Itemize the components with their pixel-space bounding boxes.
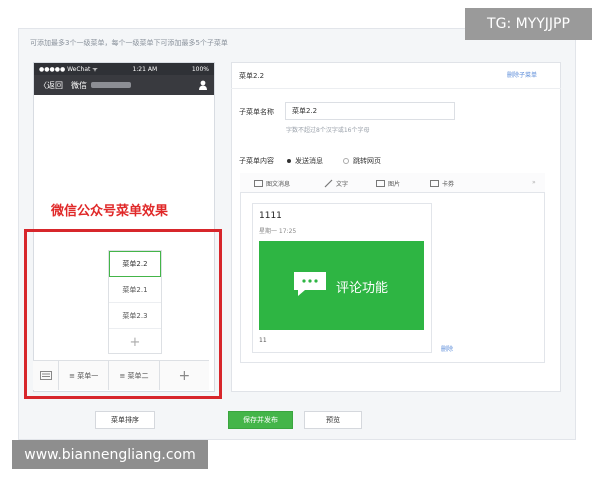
pen-icon — [324, 179, 333, 188]
image-icon — [376, 180, 385, 187]
article-title: 1111 — [259, 211, 282, 221]
highlight-frame — [24, 229, 222, 399]
account-title: 微信 — [71, 80, 87, 90]
radio-dot — [343, 158, 349, 164]
coupon-icon — [430, 180, 439, 187]
battery-label: 100% — [191, 65, 209, 73]
menu-sort-button[interactable]: 菜单排序 — [95, 411, 155, 429]
tab-text-label: 文字 — [336, 181, 349, 188]
time-label: 1:21 AM — [132, 65, 158, 73]
blurred-account-name — [91, 82, 131, 88]
article-cover-text: 评论功能 — [336, 281, 389, 296]
tab-news-label: 图文消息 — [266, 181, 291, 188]
radio-jump-page[interactable]: 跳转网页 — [343, 156, 381, 166]
menu-effect-caption: 微信公众号菜单效果 — [51, 204, 169, 219]
name-hint: 字数不超过8个汉字或16个字母 — [286, 127, 370, 134]
radio-send-label: 发送消息 — [295, 157, 323, 165]
carrier-label: ●●●●● WeChat ᯤ — [39, 66, 98, 73]
submenu-name-input[interactable]: 菜单2.2 — [285, 102, 455, 120]
tab-coupon-label: 卡券 — [442, 181, 455, 188]
tab-image[interactable]: 图片 — [376, 179, 400, 188]
comment-bubble-icon — [294, 272, 326, 296]
menu-limit-note: 可添加最多3个一级菜单，每个一级菜单下可添加最多5个子菜单 — [30, 39, 228, 47]
submenu-name-value: 菜单2.2 — [292, 107, 318, 115]
save-publish-button[interactable]: 保存并发布 — [228, 411, 293, 429]
radio-dot-selected — [287, 159, 291, 163]
delete-article-link[interactable]: 删除 — [441, 344, 453, 353]
news-icon — [254, 180, 263, 187]
tab-news[interactable]: 图文消息 — [254, 179, 290, 188]
phone-status-bar: ●●●●● WeChat ᯤ 1:21 AM 100% — [34, 63, 214, 75]
tab-text[interactable]: 文字 — [324, 179, 348, 188]
article-date: 星期一 17:25 — [259, 228, 297, 235]
delete-submenu-link[interactable]: 删除子菜单 — [507, 70, 537, 79]
preview-button[interactable]: 预览 — [304, 411, 362, 429]
watermark-tg: TG: MYYJJPP — [465, 8, 592, 40]
watermark-site: www.biannengliang.com — [12, 440, 208, 469]
back-button[interactable]: 〈返回 — [39, 80, 63, 91]
person-icon[interactable] — [198, 80, 208, 90]
message-type-tabs: 图文消息 文字 图片 卡券 » — [240, 173, 545, 193]
editor-title: 菜单2.2 — [239, 72, 265, 80]
content-label: 子菜单内容 — [239, 157, 274, 165]
tab-image-label: 图片 — [388, 181, 401, 188]
editor-divider — [231, 88, 561, 89]
phone-nav-bar: 〈返回 微信 — [34, 75, 214, 95]
name-label: 子菜单名称 — [239, 108, 274, 116]
tab-more-button[interactable]: » — [532, 179, 536, 186]
article-footer: 11 — [259, 337, 267, 344]
tab-coupon[interactable]: 卡券 — [430, 179, 454, 188]
radio-send-message[interactable]: 发送消息 — [287, 156, 323, 166]
radio-link-label: 跳转网页 — [353, 157, 381, 165]
